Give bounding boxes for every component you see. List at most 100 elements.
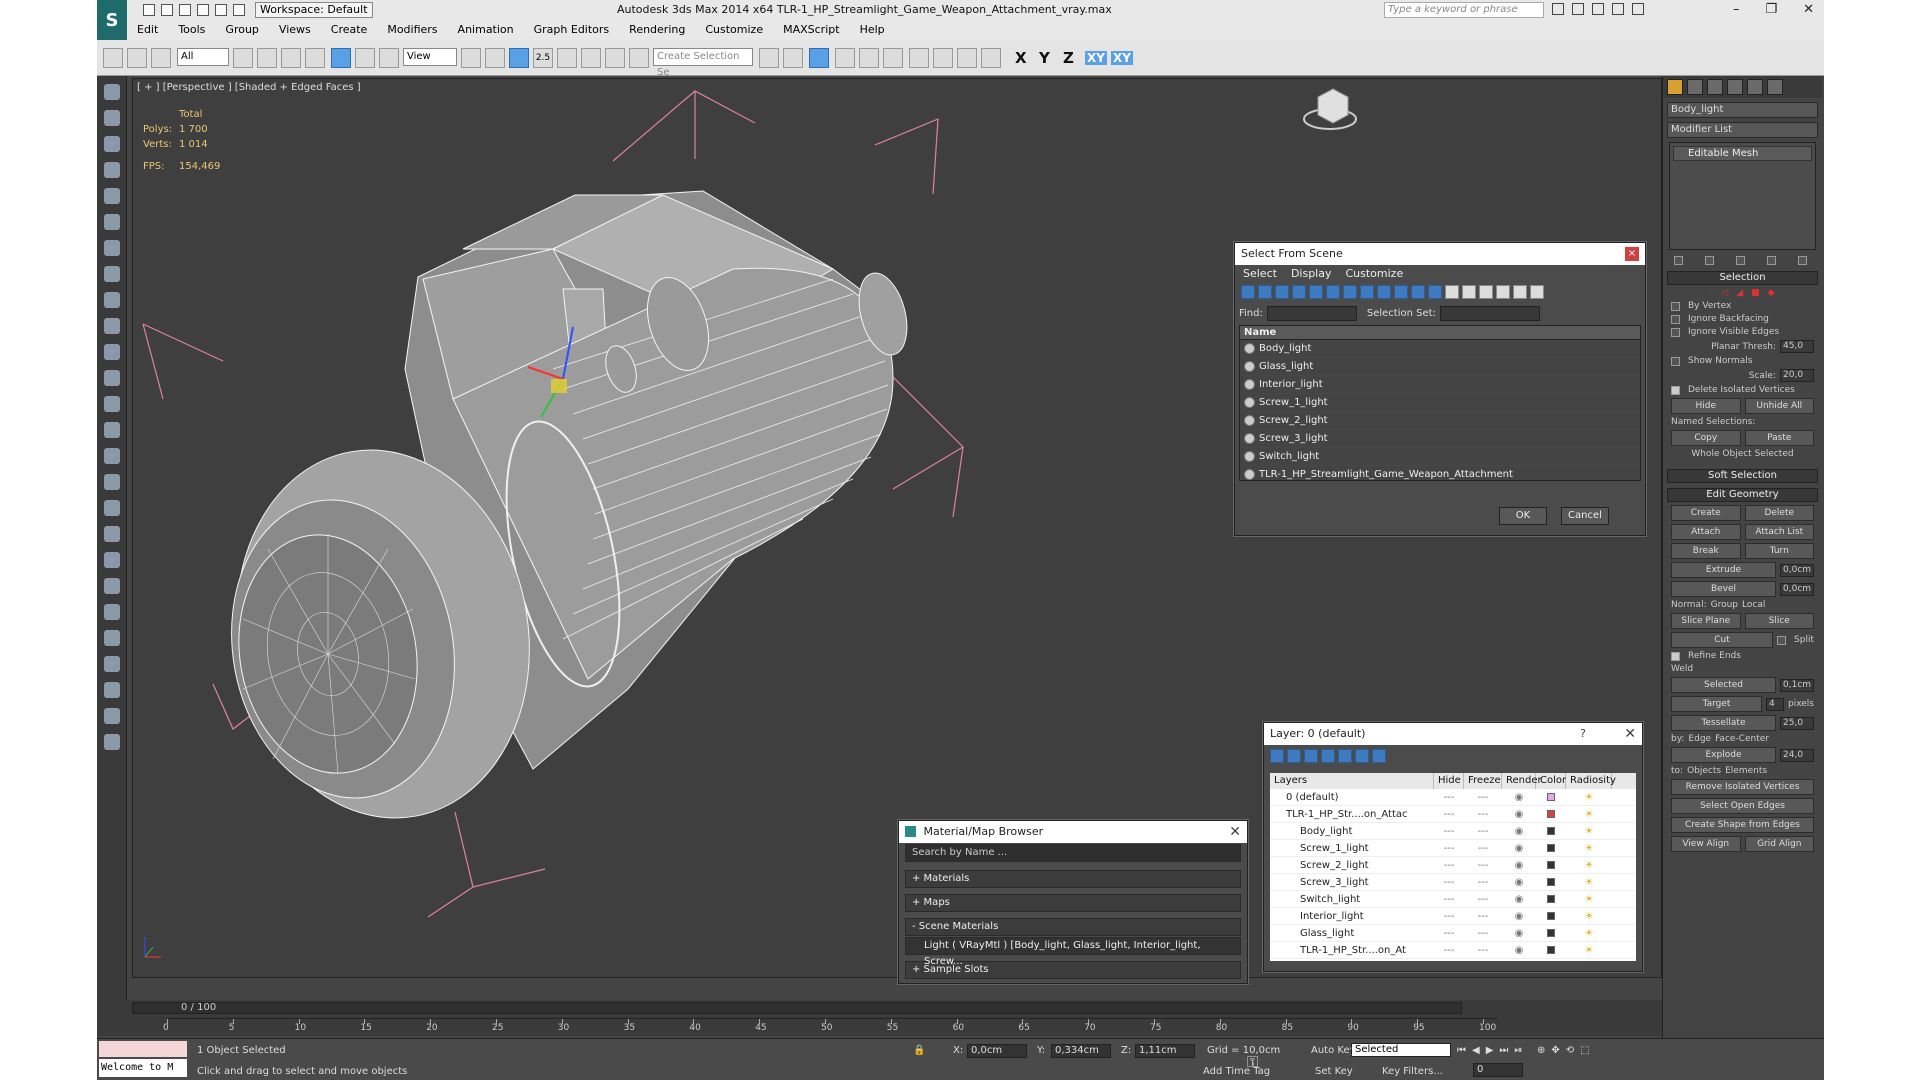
selection-filter-dropdown[interactable]: All — [177, 48, 229, 66]
sort-icon[interactable] — [1530, 285, 1544, 299]
close-dialog-icon[interactable]: × — [1625, 247, 1639, 261]
render-toggle[interactable]: ◉ — [1502, 840, 1536, 856]
bevel-spinner[interactable]: 0,0cm — [1780, 582, 1814, 596]
create-shape-button[interactable]: Create Shape from Edges — [1671, 817, 1814, 833]
menu-help[interactable]: Help — [850, 20, 895, 40]
close-layer-dialog-icon[interactable]: ✕ — [1624, 723, 1636, 745]
utilities-tab-icon[interactable] — [1767, 79, 1783, 95]
soft-selection-rollout-header[interactable]: Soft Selection — [1667, 469, 1818, 483]
layer-color-swatch[interactable] — [1547, 912, 1555, 920]
bind-space-warp-icon[interactable] — [151, 48, 171, 68]
freeze-toggle[interactable]: --- — [1464, 908, 1502, 924]
save-file-icon[interactable] — [179, 4, 191, 16]
configure-sets-icon[interactable] — [1798, 256, 1807, 265]
hierarchy-tab-icon[interactable] — [1707, 79, 1723, 95]
render-production-icon[interactable] — [981, 48, 1001, 68]
layer-row[interactable]: TLR-1_HP_Str....on_Attac --- --- ◉ ☀ — [1270, 806, 1636, 823]
edge-radio[interactable]: Edge — [1688, 734, 1711, 744]
render-toggle[interactable]: ◉ — [1502, 823, 1536, 839]
scene-list-item[interactable]: Switch_light — [1240, 448, 1640, 466]
weld-selected-button[interactable]: Selected — [1671, 677, 1776, 693]
project-folder-icon[interactable] — [233, 4, 245, 16]
maxscript-listener-mini[interactable] — [99, 1041, 187, 1057]
layer-row[interactable]: 0 (default) --- --- ◉ ☀ — [1270, 789, 1636, 806]
freeze-toggle[interactable]: --- — [1464, 823, 1502, 839]
spinner-snap-icon[interactable] — [605, 48, 625, 68]
rect-selection-icon[interactable] — [281, 48, 301, 68]
select-open-edges-button[interactable]: Select Open Edges — [1671, 798, 1814, 814]
scene-list-item[interactable]: Screw_3_light — [1240, 430, 1640, 448]
edge-icon[interactable]: ◁ — [1721, 288, 1728, 298]
viewport-nav-controls[interactable]: ⊕✥⟲⬚ — [1537, 1045, 1596, 1056]
viewcube-icon[interactable] — [1303, 88, 1357, 130]
highlight-selected-icon[interactable] — [1338, 749, 1352, 763]
axis-xy-cycle-button[interactable]: XY — [1111, 51, 1133, 65]
torus-icon[interactable] — [104, 370, 120, 386]
layer-row[interactable]: Interior_light --- --- ◉ ☀ — [1270, 908, 1636, 925]
subscription-icon[interactable] — [1572, 3, 1584, 15]
group-radio[interactable]: Group — [1711, 600, 1738, 610]
explode-button[interactable]: Explode — [1671, 747, 1776, 763]
scene-list-item[interactable]: Interior_light — [1240, 376, 1640, 394]
rendered-frame-window-icon[interactable] — [957, 48, 977, 68]
slice-plane-button[interactable]: Slice Plane — [1671, 613, 1741, 629]
polygon-icon[interactable]: ■ — [1751, 288, 1760, 298]
reference-coord-dropdown[interactable]: View — [403, 48, 457, 66]
hide-toggle[interactable]: --- — [1434, 857, 1464, 873]
render-icon[interactable] — [104, 708, 120, 724]
viewport-layout-icon[interactable] — [104, 110, 120, 126]
set-key-button[interactable]: Set Key — [1315, 1066, 1353, 1077]
info-icon[interactable] — [104, 734, 120, 750]
menu-modifiers[interactable]: Modifiers — [377, 20, 447, 40]
add-time-tag[interactable]: Add Time Tag — [1203, 1066, 1270, 1077]
edit-geometry-rollout-header[interactable]: Edit Geometry — [1667, 488, 1818, 502]
show-end-result-icon[interactable] — [1705, 256, 1714, 265]
hide-all-layers-icon[interactable] — [1355, 749, 1369, 763]
edit-named-selection-icon[interactable] — [629, 48, 649, 68]
radiosity-icon[interactable]: ☀ — [1566, 789, 1612, 805]
angle-snap-icon[interactable] — [557, 48, 577, 68]
ignore-backfacing-checkbox[interactable] — [1671, 314, 1680, 324]
filter-helpers-icon[interactable] — [1309, 285, 1323, 299]
axis-xy-button[interactable]: XY — [1085, 51, 1107, 65]
hide-toggle[interactable]: --- — [1434, 925, 1464, 941]
extrude-spinner[interactable]: 0,0cm — [1780, 563, 1814, 577]
plant-icon[interactable] — [104, 552, 120, 568]
create-tab-icon[interactable] — [1667, 79, 1683, 95]
axis-y-button[interactable]: Y — [1039, 49, 1050, 67]
filter-xrefs-icon[interactable] — [1360, 285, 1374, 299]
delete-isolated-checkbox[interactable] — [1671, 385, 1680, 395]
layer-row[interactable]: TLR-1_HP_Str....on_At --- --- ◉ ☀ — [1270, 942, 1636, 959]
refine-ends-checkbox[interactable] — [1671, 651, 1680, 661]
normal-scale-spinner[interactable]: 20,0 — [1780, 369, 1814, 382]
percent-snap-icon[interactable] — [581, 48, 601, 68]
copy-button[interactable]: Copy — [1671, 430, 1741, 446]
freeze-toggle[interactable]: --- — [1464, 789, 1502, 805]
maxscript-input[interactable]: Welcome to M — [99, 1059, 187, 1077]
freeze-toggle[interactable]: --- — [1464, 874, 1502, 890]
make-unique-icon[interactable] — [1736, 256, 1745, 265]
radiosity-icon[interactable]: ☀ — [1566, 874, 1612, 890]
window-crossing-icon[interactable] — [305, 48, 325, 68]
spacewarp-icon[interactable] — [104, 500, 120, 516]
layer-color-swatch[interactable] — [1547, 827, 1555, 835]
hide-toggle[interactable]: --- — [1434, 891, 1464, 907]
sphere-icon[interactable] — [104, 318, 120, 334]
hide-toggle[interactable]: --- — [1434, 806, 1464, 822]
key-filters-button[interactable]: Key Filters... — [1382, 1066, 1443, 1077]
freeze-toggle[interactable]: --- — [1464, 857, 1502, 873]
filter-frozen-icon[interactable] — [1411, 285, 1425, 299]
scene-list-item[interactable]: Glass_light — [1240, 358, 1640, 376]
lock-selection-icon[interactable]: 🔒 — [913, 1045, 925, 1056]
current-frame-field[interactable]: 0 — [1473, 1063, 1523, 1077]
materials-section[interactable]: + Materials — [905, 870, 1241, 888]
layer-column-freeze[interactable]: Freeze — [1464, 773, 1502, 789]
layer-color-swatch[interactable] — [1547, 844, 1555, 852]
layer-row[interactable]: Screw_1_light --- --- ◉ ☀ — [1270, 840, 1636, 857]
menu-create[interactable]: Create — [321, 20, 378, 40]
radiosity-icon[interactable]: ☀ — [1566, 806, 1612, 822]
create-button[interactable]: Create — [1671, 505, 1741, 521]
modify-tab-icon[interactable] — [1687, 79, 1703, 95]
link-icon[interactable] — [103, 48, 123, 68]
render-toggle[interactable]: ◉ — [1502, 857, 1536, 873]
